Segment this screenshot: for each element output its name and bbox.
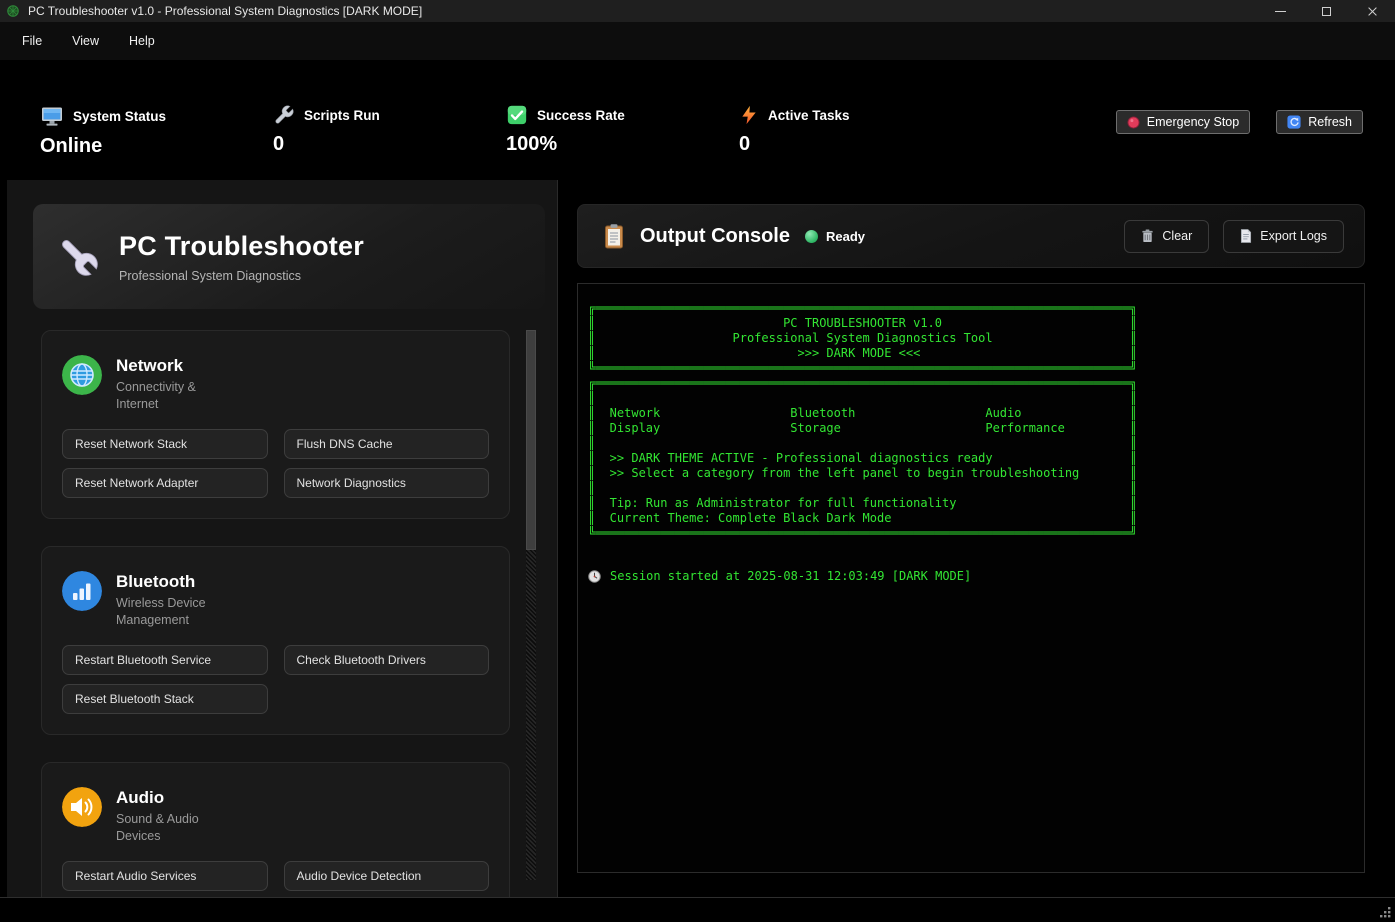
document-icon — [1240, 229, 1252, 243]
restart-audio-services-button[interactable]: Restart Audio Services — [62, 861, 268, 891]
stat-value: Online — [40, 135, 273, 158]
category-card-bluetooth: Bluetooth Wireless Device Management Res… — [41, 546, 510, 735]
clear-button[interactable]: Clear — [1124, 220, 1209, 253]
category-title: Bluetooth — [116, 572, 241, 592]
maximize-icon — [1322, 7, 1331, 16]
category-description: Sound & Audio Devices — [116, 811, 241, 844]
clipboard-icon — [602, 223, 626, 250]
flush-dns-cache-button[interactable]: Flush DNS Cache — [284, 429, 490, 459]
console-output: ╔═══════════════════════════════════════… — [588, 301, 1364, 541]
network-diagnostics-button[interactable]: Network Diagnostics — [284, 468, 490, 498]
app-title: PC Troubleshooter — [119, 231, 364, 262]
close-icon — [1367, 6, 1378, 17]
refresh-icon — [1287, 115, 1301, 129]
category-description: Wireless Device Management — [116, 595, 241, 628]
category-card-network: Network Connectivity & Internet Reset Ne… — [41, 330, 510, 519]
signal-bars-icon — [62, 571, 102, 611]
reset-network-stack-button[interactable]: Reset Network Stack — [62, 429, 268, 459]
stat-success-rate: Success Rate 100% — [506, 104, 739, 156]
lightning-icon — [739, 104, 759, 126]
session-line: Session started at 2025-08-31 12:03:49 [… — [588, 569, 1364, 583]
console-actions: Clear Export Logs — [1124, 220, 1344, 253]
scrollbar-thumb[interactable] — [526, 330, 536, 550]
category-list: Network Connectivity & Internet Reset Ne… — [41, 330, 510, 897]
trash-icon — [1141, 229, 1154, 243]
sidebar-header-card: PC Troubleshooter Professional System Di… — [33, 204, 545, 309]
console-panel: Output Console Ready Clear — [558, 180, 1395, 897]
menu-bar: File View Help — [0, 22, 1395, 60]
export-logs-button[interactable]: Export Logs — [1223, 220, 1344, 253]
close-button[interactable] — [1349, 0, 1395, 22]
emergency-stop-label: Emergency Stop — [1147, 115, 1239, 129]
top-actions: Emergency Stop Refresh — [1116, 110, 1363, 134]
console-output-area: ╔═══════════════════════════════════════… — [577, 283, 1365, 873]
title-bar: PC Troubleshooter v1.0 - Professional Sy… — [0, 0, 1395, 22]
wrench-icon — [57, 235, 101, 279]
console-title: Output Console — [640, 225, 790, 248]
audio-device-detection-button[interactable]: Audio Device Detection — [284, 861, 490, 891]
stat-label: System Status — [73, 109, 166, 124]
stat-label: Scripts Run — [304, 108, 380, 123]
status-dot-icon — [805, 230, 818, 243]
clock-icon — [588, 570, 601, 583]
menu-help[interactable]: Help — [117, 29, 167, 53]
category-description: Connectivity & Internet — [116, 379, 241, 412]
session-text: Session started at 2025-08-31 12:03:49 [… — [610, 569, 971, 583]
app-icon — [6, 4, 20, 18]
restart-bluetooth-service-button[interactable]: Restart Bluetooth Service — [62, 645, 268, 675]
globe-icon — [62, 355, 102, 395]
menu-view[interactable]: View — [60, 29, 111, 53]
refresh-label: Refresh — [1308, 115, 1352, 129]
speaker-icon — [62, 787, 102, 827]
category-card-audio: Audio Sound & Audio Devices Restart Audi… — [41, 762, 510, 897]
refresh-button[interactable]: Refresh — [1276, 110, 1363, 134]
window-controls — [1257, 0, 1395, 22]
category-title: Audio — [116, 788, 241, 808]
stats-bar: System Status Online Scripts Run 0 Succe… — [0, 60, 1395, 180]
minimize-icon — [1275, 11, 1286, 12]
stat-value: 100% — [506, 133, 739, 156]
maximize-button[interactable] — [1303, 0, 1349, 22]
sidebar-scrollbar[interactable] — [526, 330, 536, 880]
stat-scripts-run: Scripts Run 0 — [273, 104, 506, 156]
monitor-icon — [40, 104, 64, 128]
stat-system-status: System Status Online — [40, 104, 273, 158]
reset-bluetooth-stack-button[interactable]: Reset Bluetooth Stack — [62, 684, 268, 714]
stat-value: 0 — [273, 133, 506, 156]
minimize-button[interactable] — [1257, 0, 1303, 22]
app-subtitle: Professional System Diagnostics — [119, 269, 364, 283]
stat-label: Active Tasks — [768, 108, 850, 123]
menu-file[interactable]: File — [10, 29, 54, 53]
category-title: Network — [116, 356, 241, 376]
main-area: PC Troubleshooter Professional System Di… — [0, 180, 1395, 897]
stat-active-tasks: Active Tasks 0 — [739, 104, 972, 156]
check-bluetooth-drivers-button[interactable]: Check Bluetooth Drivers — [284, 645, 490, 675]
wrench-icon — [273, 104, 295, 126]
window-status-bar — [0, 897, 1395, 922]
sidebar-panel: PC Troubleshooter Professional System Di… — [7, 180, 558, 897]
stat-label: Success Rate — [537, 108, 625, 123]
console-status: Ready — [826, 229, 865, 244]
resize-grip[interactable] — [1379, 906, 1392, 919]
export-logs-label: Export Logs — [1260, 229, 1327, 243]
red-circle-icon — [1127, 116, 1140, 129]
emergency-stop-button[interactable]: Emergency Stop — [1116, 110, 1250, 134]
clear-label: Clear — [1162, 229, 1192, 243]
window-title: PC Troubleshooter v1.0 - Professional Sy… — [28, 4, 422, 18]
stat-value: 0 — [739, 133, 972, 156]
reset-network-adapter-button[interactable]: Reset Network Adapter — [62, 468, 268, 498]
check-icon — [506, 104, 528, 126]
console-header-card: Output Console Ready Clear — [577, 204, 1365, 268]
